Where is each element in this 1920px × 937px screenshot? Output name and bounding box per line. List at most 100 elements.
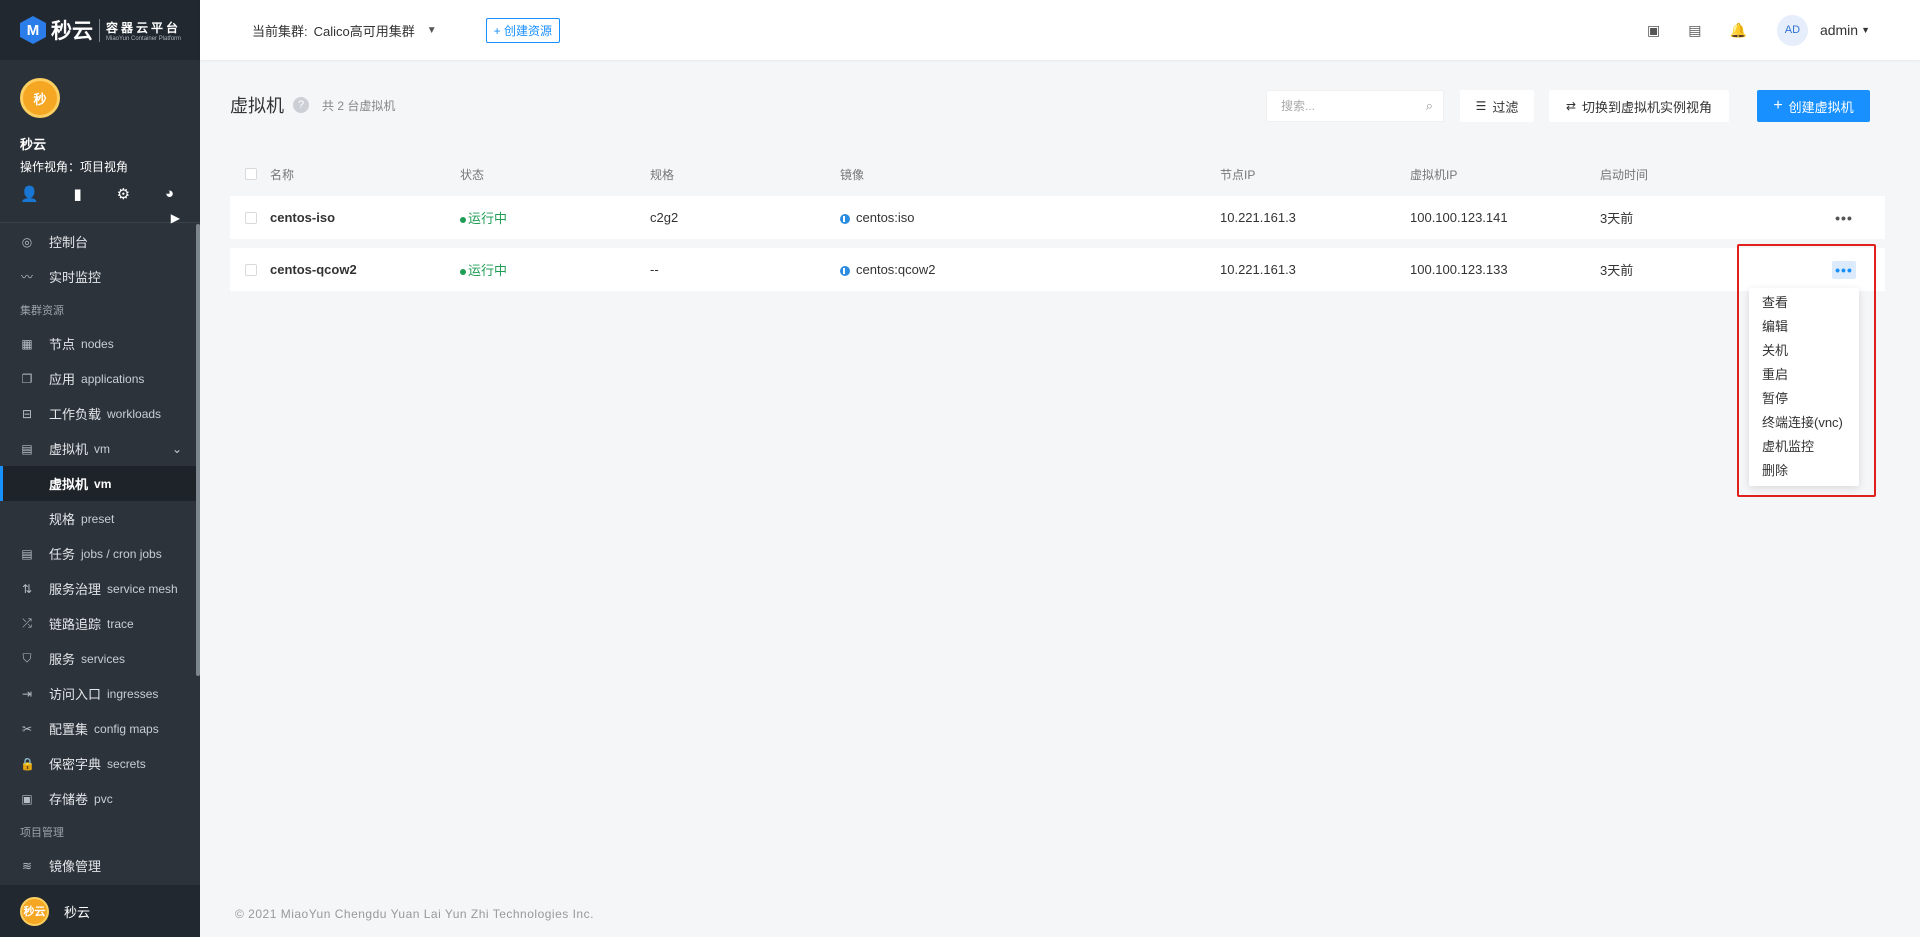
project-panel: 秒 秒云 操作视角：项目视角 ▶ 👤 ▮ ⚙ ◕ xyxy=(0,60,200,225)
cluster-selector[interactable]: Calico高可用集群 xyxy=(314,21,415,40)
status-dot-icon xyxy=(460,216,466,223)
node-ip: 10.221.161.3 xyxy=(1220,262,1296,277)
gear-icon[interactable]: ⚙ xyxy=(117,185,130,203)
menu-item-trace[interactable]: ⤮ 链路追踪 trace xyxy=(0,606,200,641)
project-view-label: 操作视角：项目视角 xyxy=(20,160,129,174)
search-box[interactable]: ⌕ xyxy=(1266,90,1444,122)
col-status: 状态 xyxy=(460,167,485,182)
switch-view-button[interactable]: ⇄ 切换到虚拟机实例视角 xyxy=(1549,90,1729,122)
page-title: 虚拟机 xyxy=(230,96,284,116)
menu-item-services[interactable]: ⛉ 服务 services xyxy=(0,641,200,676)
menu-item-jobs[interactable]: ▤ 任务 jobs / cron jobs xyxy=(0,536,200,571)
sidebar-scrollbar[interactable] xyxy=(196,224,200,676)
project-name: 秒云 xyxy=(20,137,47,152)
menu-group-project: 项目管理 xyxy=(20,827,64,839)
menu-item-vm[interactable]: ▤ 虚拟机 vm ⌄ xyxy=(0,431,200,466)
table-header: 名称 状态 规格 镜像 节点IP 虚拟机IP 启动时间 xyxy=(230,162,1885,186)
sidebar-user[interactable]: 秒云 秒云 xyxy=(0,885,200,937)
user-menu[interactable]: admin xyxy=(1820,22,1858,38)
menu-item-applications[interactable]: ❐ 应用 applications xyxy=(0,361,200,396)
table-row[interactable]: centos-qcow2 运行中 -- centos:qcow2 10.221.… xyxy=(230,248,1885,291)
vm-count: 共 2 台虚拟机 xyxy=(322,99,396,113)
more-actions-icon[interactable]: ••• xyxy=(1832,209,1856,227)
lock-icon: 🔒 xyxy=(20,756,35,771)
vm-image: centos:iso xyxy=(840,210,915,225)
project-avatar[interactable]: 秒 xyxy=(20,78,60,118)
start-time: 3天前 xyxy=(1600,211,1634,226)
clipboard-icon[interactable]: ▤ xyxy=(1688,22,1701,39)
swap-icon: ⇅ xyxy=(21,581,33,596)
node-ip: 10.221.161.3 xyxy=(1220,210,1296,225)
bell-icon[interactable]: 🔔 xyxy=(1730,22,1747,39)
logo[interactable]: M 秒云 容器云平台 MiaoYun Container Platform xyxy=(0,0,200,60)
col-node-ip: 节点IP xyxy=(1220,167,1256,182)
brand-name: 秒云 xyxy=(51,20,93,43)
status-badge: 运行中 xyxy=(460,260,507,279)
bottom-user-avatar: 秒云 xyxy=(20,896,49,926)
filter-button[interactable]: ☰ 过滤 xyxy=(1460,90,1534,122)
server-icon: ▤ xyxy=(21,441,33,456)
select-all-checkbox[interactable] xyxy=(245,168,257,180)
status-badge: 运行中 xyxy=(460,208,507,227)
menu-item-console[interactable]: ◎ 控制台 xyxy=(0,224,200,259)
side-menu: ◎ 控制台 〰 实时监控 集群资源 ▦ 节点 nodes ❐ 应用 applicat… xyxy=(0,224,200,883)
create-resource-button[interactable]: + 创建资源 xyxy=(485,17,560,43)
pie-chart-icon[interactable]: ◕ xyxy=(165,185,174,203)
table-row[interactable]: centos-iso 运行中 c2g2 centos:iso 10.221.16… xyxy=(230,196,1885,239)
menu-item-nodes[interactable]: ▦ 节点 nodes xyxy=(0,326,200,361)
row-checkbox[interactable] xyxy=(245,211,257,224)
terminal-icon[interactable]: ▣ xyxy=(1647,22,1660,39)
filter-icon: ☰ xyxy=(1475,99,1487,113)
user-icon[interactable]: 👤 xyxy=(20,185,39,203)
inbox-icon: ⊟ xyxy=(21,406,33,421)
search-icon[interactable]: ⌕ xyxy=(1426,98,1433,114)
menu-item-configmaps[interactable]: ✂ 配置集 config maps xyxy=(0,711,200,746)
menu-item-mesh[interactable]: ⇅ 服务治理 service mesh xyxy=(0,571,200,606)
task-icon: ▤ xyxy=(21,546,33,561)
topbar: 当前集群: Calico高可用集群 ▼ + 创建资源 ▣ ▤ 🔔 AD admi… xyxy=(200,0,1920,60)
menu-item-pvc[interactable]: ▣ 存储卷 pvc xyxy=(0,781,200,816)
annotation-highlight-box xyxy=(1737,244,1876,497)
vm-spec: c2g2 xyxy=(650,210,679,225)
copy-icon: ❐ xyxy=(21,371,33,386)
start-time: 3天前 xyxy=(1600,263,1634,278)
shield-icon: ⛉ xyxy=(22,651,32,665)
user-avatar[interactable]: AD xyxy=(1776,14,1808,46)
caret-down-icon[interactable]: ▼ xyxy=(427,25,437,36)
menu-item-secrets[interactable]: 🔒 保密字典 secrets xyxy=(0,746,200,781)
menu-group-cluster: 集群资源 xyxy=(20,305,64,317)
plus-icon: + xyxy=(1773,97,1783,114)
menu-item-monitor[interactable]: 〰 实时监控 xyxy=(0,259,200,294)
menu-item-vm-sub[interactable]: 虚拟机 vm xyxy=(0,466,200,501)
brand-title-en: MiaoYun Container Platform xyxy=(106,35,182,42)
vm-name[interactable]: centos-qcow2 xyxy=(270,262,357,277)
image-icon xyxy=(840,213,850,224)
row-checkbox[interactable] xyxy=(245,263,257,276)
project-switch-arrow-icon[interactable]: ▶ xyxy=(171,211,180,225)
sidebar: M 秒云 容器云平台 MiaoYun Container Platform 秒 … xyxy=(0,0,200,937)
create-vm-button[interactable]: + 创建虚拟机 xyxy=(1757,90,1870,122)
vm-spec: -- xyxy=(650,262,659,277)
col-spec: 规格 xyxy=(650,167,675,182)
col-name: 名称 xyxy=(270,167,295,182)
menu-item-workloads[interactable]: ⊟ 工作负载 workloads xyxy=(0,396,200,431)
status-dot-icon xyxy=(460,268,466,275)
layers-icon: ≋ xyxy=(21,858,33,873)
menu-item-preset[interactable]: 规格 preset xyxy=(0,501,200,536)
vm-name[interactable]: centos-iso xyxy=(270,210,335,225)
search-input[interactable] xyxy=(1281,99,1411,113)
bar-chart-icon[interactable]: ▮ xyxy=(74,185,82,203)
line-chart-icon: 〰 xyxy=(20,270,33,284)
col-vm-ip: 虚拟机IP xyxy=(1410,167,1458,182)
vm-ip: 100.100.123.141 xyxy=(1410,210,1508,225)
dashboard-icon: ◎ xyxy=(21,234,33,249)
tools-icon: ✂ xyxy=(21,721,33,736)
menu-item-ingresses[interactable]: ⇥ 访问入口 ingresses xyxy=(0,676,200,711)
brand-title-cn: 容器云平台 xyxy=(106,20,182,35)
footer-copyright: © 2021 MiaoYun Chengdu Yuan Lai Yun Zhi … xyxy=(235,907,594,921)
caret-down-icon[interactable]: ▼ xyxy=(1861,25,1870,35)
help-icon[interactable]: ? xyxy=(293,97,309,113)
chevron-down-icon: ⌄ xyxy=(171,441,182,456)
menu-item-images[interactable]: ≋ 镜像管理 xyxy=(0,848,200,883)
image-icon xyxy=(840,265,850,276)
